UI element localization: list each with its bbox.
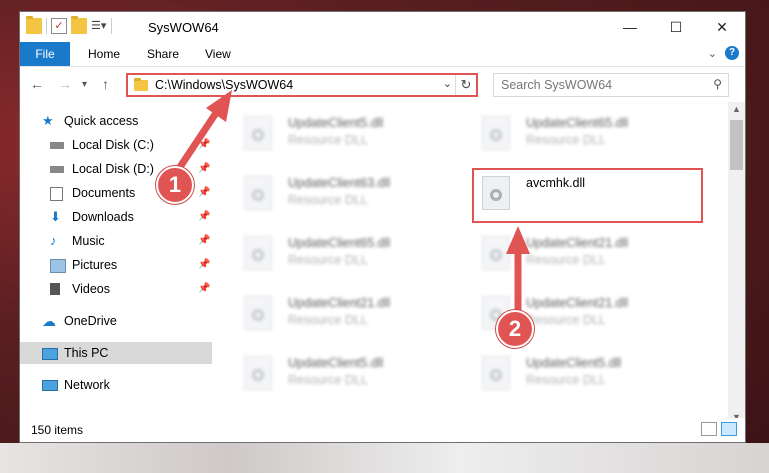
annotation-arrows [175,90,530,310]
arrow-2-head [506,226,530,254]
arrow-1-shaft [175,108,221,172]
step-1-badge: 1 [156,166,194,204]
step-2-badge: 2 [496,310,534,348]
